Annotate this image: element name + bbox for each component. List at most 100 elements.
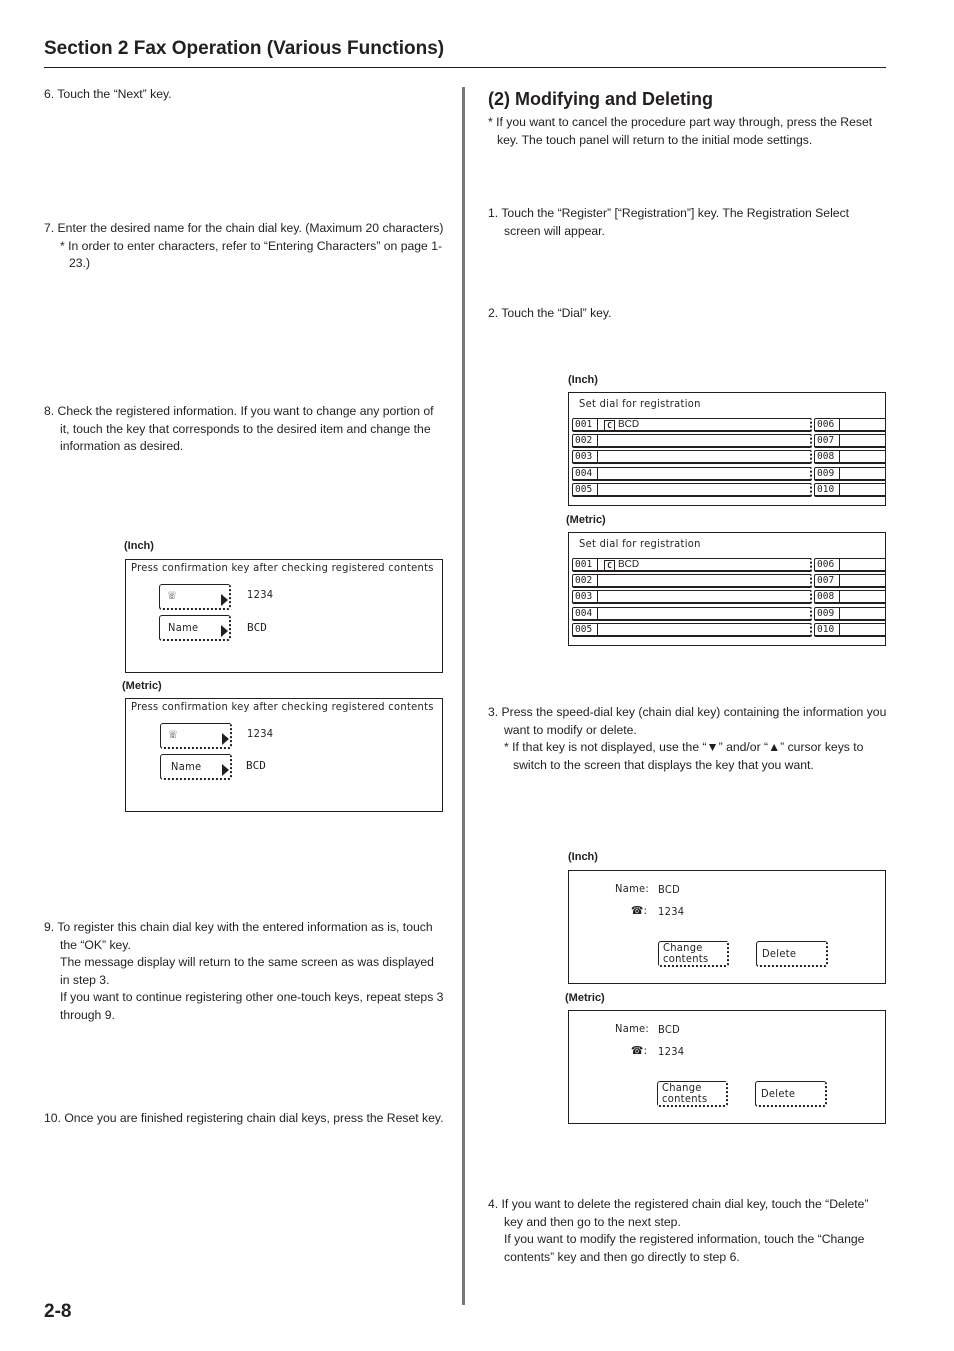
speed-dial-key[interactable]: 005 — [572, 622, 812, 637]
speed-dial-key[interactable]: 008 — [814, 450, 885, 465]
name-key[interactable]: Name — [160, 754, 232, 780]
speed-dial-key[interactable]: 004 — [572, 466, 812, 481]
speed-dial-number: 009 — [817, 467, 835, 479]
name-label: Name: — [615, 1022, 650, 1035]
speed-dial-key[interactable]: 003 — [572, 450, 812, 465]
step-9-line2: The message display will return to the s… — [60, 955, 434, 987]
speed-dial-number: 004 — [575, 467, 593, 479]
delete-button[interactable]: Delete — [755, 1081, 827, 1107]
speed-dial-key[interactable]: 010 — [814, 622, 885, 637]
step-7-note: * In order to enter characters, refer to… — [60, 238, 443, 271]
separator — [839, 559, 840, 570]
speed-dial-number: 003 — [575, 591, 593, 603]
speed-dial-key[interactable]: 005 — [572, 482, 812, 497]
step-3-text: 3. Press the speed-dial key (chain dial … — [488, 705, 887, 737]
separator — [597, 591, 598, 603]
speed-dial-key[interactable]: 002 — [572, 574, 812, 589]
speed-dial-number: 003 — [575, 451, 593, 463]
speed-dial-number: 007 — [817, 435, 835, 447]
speed-dial-number: 008 — [817, 451, 835, 463]
separator — [597, 575, 598, 587]
phone-number-key[interactable]: ☏ — [160, 723, 232, 749]
separator — [839, 451, 840, 463]
speed-dial-number: 006 — [817, 559, 835, 570]
screen-title: Press confirmation key after checking re… — [131, 700, 434, 713]
step-8: 8. Check the registered information. If … — [44, 403, 444, 456]
header-rule — [44, 67, 886, 68]
speed-dial-number: 004 — [575, 607, 593, 619]
speed-dial-key[interactable]: 007 — [814, 574, 885, 589]
speed-dial-key[interactable]: 007 — [814, 434, 885, 449]
step-7-text: 7. Enter the desired name for the chain … — [44, 221, 444, 235]
speed-dial-key[interactable]: 006 — [814, 418, 885, 432]
dial-screen-inch: Set dial for registration 001 C BCD 002 003 00… — [568, 392, 886, 506]
step-6: 6. Touch the “Next” key. — [44, 86, 444, 104]
change-contents-button[interactable]: Change contents — [658, 941, 729, 967]
separator — [597, 623, 598, 635]
name-value: BCD — [247, 621, 267, 634]
step-1-text: 1. Touch the “Register” [“Registration”]… — [488, 206, 850, 238]
phone-label: ☎: — [631, 904, 648, 917]
separator — [597, 559, 598, 570]
phone-value: 1234 — [658, 905, 685, 918]
step-2-text: 2. Touch the “Dial” key. — [488, 306, 612, 320]
caption-metric: (Metric) — [122, 680, 162, 692]
step-6-text: 6. Touch the “Next” key. — [44, 87, 172, 101]
screen-title: Press confirmation key after checking re… — [131, 561, 434, 574]
intro-note: * If you want to cancel the procedure pa… — [488, 114, 888, 149]
speed-dial-number: 010 — [817, 483, 835, 495]
separator — [839, 623, 840, 635]
step-3-note: * If that key is not displayed, use the … — [504, 740, 864, 772]
phone-value: 1234 — [247, 588, 274, 601]
speed-dial-label: BCD — [618, 419, 640, 430]
detail-screen-metric: Name: BCD ☎: 1234 Change contents Delete — [568, 1010, 886, 1124]
step-9: 9. To register this chain dial key with … — [44, 919, 444, 1025]
speed-dial-key[interactable]: 003 — [572, 590, 812, 605]
separator — [839, 607, 840, 619]
speed-dial-number: 005 — [575, 483, 593, 495]
step-1: 1. Touch the “Register” [“Registration”]… — [488, 205, 888, 240]
speed-dial-key[interactable]: 001 C BCD — [572, 418, 812, 432]
step-9-line3: If you want to continue registering othe… — [60, 990, 444, 1022]
telephone-icon: ☏ — [169, 727, 177, 742]
name-label: Name: — [615, 882, 650, 895]
phone-value: 1234 — [658, 1045, 685, 1058]
speed-dial-number: 010 — [817, 623, 835, 635]
speed-dial-key[interactable]: 008 — [814, 590, 885, 605]
speed-dial-key[interactable]: 010 — [814, 482, 885, 497]
speed-dial-key[interactable]: 009 — [814, 466, 885, 481]
intro-note-text: * If you want to cancel the procedure pa… — [488, 115, 873, 147]
change-contents-button[interactable]: Change contents — [657, 1081, 728, 1107]
arrow-icon — [221, 625, 228, 637]
arrow-icon — [221, 594, 228, 606]
chain-dial-icon: C — [604, 560, 615, 571]
step-10: 10. Once you are finished registering ch… — [44, 1110, 444, 1128]
name-value: BCD — [658, 883, 681, 896]
speed-dial-key[interactable]: 009 — [814, 606, 885, 621]
separator — [597, 467, 598, 479]
speed-dial-number: 002 — [575, 435, 593, 447]
screen-title: Set dial for registration — [579, 397, 701, 410]
step-4-text: 4. If you want to delete the registered … — [488, 1197, 869, 1229]
subsection-title: (2) Modifying and Deleting — [488, 89, 713, 109]
delete-label: Delete — [762, 947, 797, 960]
speed-dial-key[interactable]: 002 — [572, 434, 812, 449]
caption-metric: (Metric) — [566, 514, 606, 526]
separator — [597, 419, 598, 430]
delete-button[interactable]: Delete — [756, 941, 828, 967]
phone-number-key[interactable]: ☏ — [159, 584, 231, 610]
speed-dial-key[interactable]: 006 — [814, 558, 885, 572]
screen-title: Set dial for registration — [579, 537, 701, 550]
name-key[interactable]: Name — [159, 615, 231, 641]
step-3: 3. Press the speed-dial key (chain dial … — [488, 704, 888, 774]
column-divider — [462, 87, 465, 1305]
arrow-icon — [222, 764, 229, 776]
speed-dial-key[interactable]: 004 — [572, 606, 812, 621]
section-title: Section 2 Fax Operation (Various Functio… — [44, 38, 445, 59]
separator — [839, 435, 840, 447]
speed-dial-number: 006 — [817, 419, 835, 430]
speed-dial-key[interactable]: 001 C BCD — [572, 558, 812, 572]
step-9-text: 9. To register this chain dial key with … — [44, 920, 433, 952]
step-7: 7. Enter the desired name for the chain … — [44, 220, 444, 273]
separator — [597, 435, 598, 447]
